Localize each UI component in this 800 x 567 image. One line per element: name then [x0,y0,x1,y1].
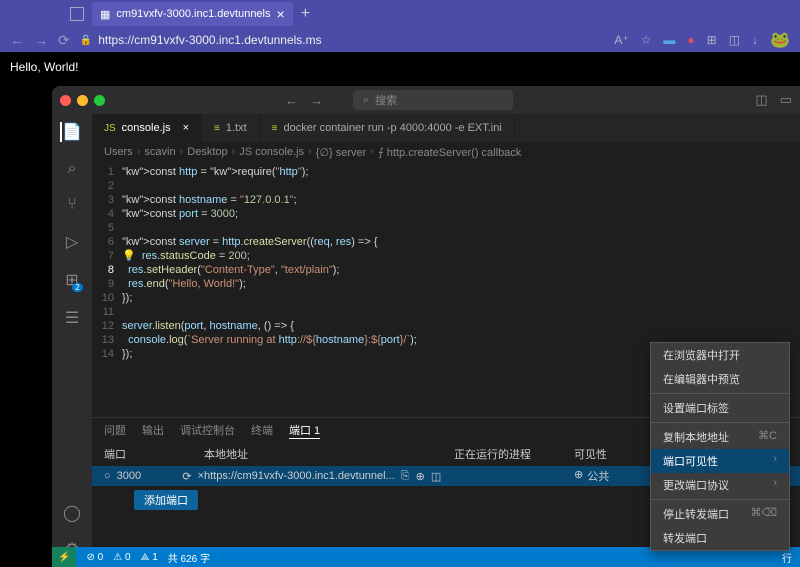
browser-tab[interactable]: ▦ cm91vxfv-3000.inc1.devtunnels × [92,2,293,26]
breadcrumb[interactable]: Users›scavin›Desktop›JS console.js›{∅} s… [92,142,800,163]
file-icon: ≡ [214,123,220,134]
text-size-icon[interactable]: A⁺ [614,33,628,47]
minimize-window[interactable] [77,95,88,106]
editor-tabs: JSconsole.js×≡1.txt≡docker container run… [92,114,800,142]
remote-icon[interactable]: ☰ [65,308,79,328]
extension-icon[interactable]: ▬ [663,33,675,47]
panel-tab[interactable]: 端口 1 [289,422,320,439]
panel-tab[interactable]: 终端 [251,422,273,438]
source-control-icon[interactable]: ⑂ [67,196,77,214]
command-search[interactable]: ⌕ 搜索 [353,90,513,110]
breadcrumb-item[interactable]: Users [104,146,133,159]
tab-title: cm91vxfv-3000.inc1.devtunnels [116,8,270,20]
browser-chrome: ▦ cm91vxfv-3000.inc1.devtunnels × + ← → … [0,0,800,52]
maximize-window[interactable] [94,95,105,106]
forward-button[interactable]: → [34,32,48,48]
url-text: https://cm91vxfv-3000.inc1.devtunnels.ms [98,33,321,47]
page-content: Hello, World! [0,52,800,82]
breadcrumb-item[interactable]: Desktop [187,146,227,159]
menu-item[interactable]: 停止转发端口⌘⌫ [651,502,789,526]
close-icon[interactable]: × [277,6,285,22]
editor-tab[interactable]: ≡1.txt [202,114,260,142]
menu-item[interactable]: 转发端口 [651,526,789,550]
breadcrumb-item[interactable]: {∅} server [316,146,367,159]
preview-icon[interactable]: ◫ [431,470,441,483]
breadcrumb-item[interactable]: scavin [144,146,175,159]
copy-icon[interactable]: ⎘ [401,470,410,483]
star-icon[interactable]: ☆ [641,33,652,47]
extensions-icon[interactable]: ⊞2 [65,270,78,290]
tab-favicon: ▦ [100,8,110,21]
more-icon[interactable]: ↓ [752,33,758,47]
menu-item[interactable]: 更改端口协议› [651,473,789,497]
editor-tab[interactable]: ≡docker container run -p 4000:4000 -e EX… [260,114,515,142]
menu-item[interactable]: 复制本地地址⌘C [651,425,789,449]
menu-item[interactable]: 在浏览器中打开 [651,343,789,367]
breadcrumb-item[interactable]: JS console.js [239,146,304,159]
globe-icon: ⊕ [574,468,583,484]
menu-item[interactable]: 设置端口标签 [651,396,789,420]
add-port-button[interactable]: 添加端口 [134,490,198,510]
refresh-button[interactable]: ⟳ [58,32,70,49]
menu-item[interactable]: 端口可见性› [651,449,789,473]
new-tab-button[interactable]: + [301,5,310,23]
close-icon[interactable]: × [183,122,189,134]
layout-icon[interactable]: ◫ [755,92,767,108]
close-window[interactable] [60,95,71,106]
lock-icon: 🔒 [80,35,92,46]
titlebar: ← → ⌕ 搜索 ◫ ▭ [52,86,800,114]
panel-icon[interactable]: ▭ [780,92,792,108]
port-status-icon: ○ [104,470,111,482]
nav-back[interactable]: ← [285,93,298,108]
position[interactable]: 行 [782,550,792,565]
debug-icon[interactable]: ▷ [66,232,78,252]
explorer-icon[interactable]: 📄 [60,122,82,142]
context-menu: 在浏览器中打开在编辑器中预览设置端口标签复制本地地址⌘C端口可见性›更改端口协议… [650,342,790,551]
menu-item[interactable]: 在编辑器中预览 [651,367,789,391]
word-count[interactable]: 共 626 字 [168,550,210,565]
back-button[interactable]: ← [10,32,24,48]
panel-tab[interactable]: 调试控制台 [180,422,235,438]
nav-forward[interactable]: → [310,93,323,108]
account-icon[interactable]: ◯ [63,503,81,523]
window-icon [70,7,84,21]
editor-tab[interactable]: JSconsole.js× [92,114,202,142]
refresh-icon[interactable]: ⟳ [182,470,191,483]
breadcrumb-item[interactable]: ⨍ http.createServer() callback [378,146,521,159]
split-icon[interactable]: ◫ [729,33,740,47]
search-icon: ⌕ [363,94,369,107]
search-activity-icon[interactable]: ⌕ [68,160,77,178]
code-editor[interactable]: "kw">const http = "kw">require("http");"… [122,165,417,417]
collections-icon[interactable]: ⊞ [707,33,717,47]
warnings-count[interactable]: ⚠ 0 [113,552,130,563]
vscode-window: ← → ⌕ 搜索 ◫ ▭ 📄 ⌕ ⑂ ▷ ⊞2 ☰ ◯ ⚙ JSconsole.… [52,86,800,567]
line-numbers: 1234567891011121314 [92,165,122,417]
activity-bar: 📄 ⌕ ⑂ ▷ ⊞2 ☰ ◯ ⚙ [52,114,92,567]
panel-tab[interactable]: 问题 [104,422,126,438]
panel-tab[interactable]: 输出 [142,422,164,438]
file-icon: JS [104,123,116,134]
ports-count[interactable]: ⟁ 1 [141,552,158,563]
address-bar[interactable]: 🔒 https://cm91vxfv-3000.inc1.devtunnels.… [80,33,605,47]
globe-icon[interactable]: ⊕ [416,470,425,483]
file-icon: ≡ [272,123,278,134]
errors-count[interactable]: ⊘ 0 [86,552,103,563]
extension-icon-2[interactable]: ● [687,33,694,47]
remote-indicator[interactable]: ⚡ [52,547,76,567]
profile-icon[interactable]: 🐸 [770,30,790,50]
